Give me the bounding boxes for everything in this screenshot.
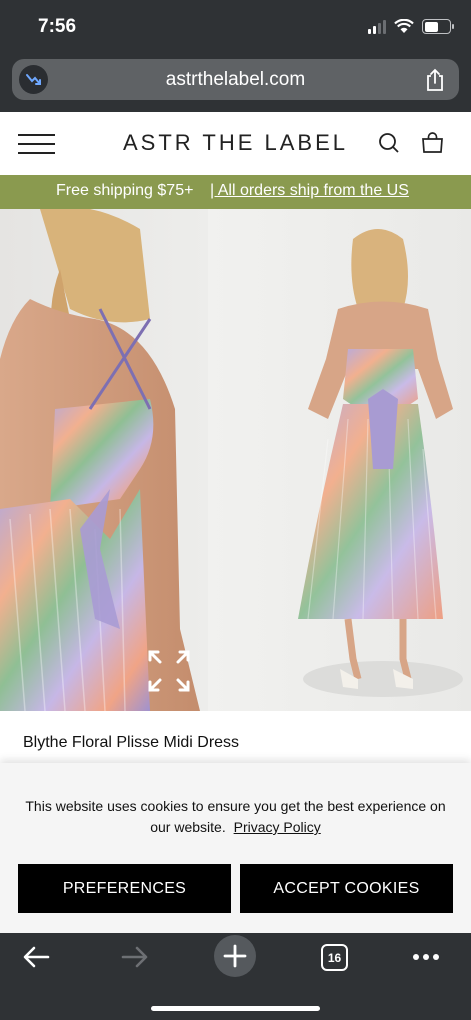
- expand-gallery-icon[interactable]: [146, 648, 192, 694]
- status-icons: [368, 19, 454, 34]
- forward-icon[interactable]: [121, 945, 149, 969]
- product-gallery[interactable]: [0, 209, 471, 711]
- status-time: 7:56: [38, 16, 77, 37]
- preferences-button[interactable]: PREFERENCES: [18, 864, 231, 913]
- back-icon[interactable]: [22, 945, 50, 969]
- promo-shipping-text: Free shipping $75+: [56, 182, 194, 199]
- more-icon[interactable]: [412, 953, 440, 961]
- wifi-icon: [394, 19, 414, 33]
- browser-bottom-toolbar: 16: [0, 933, 471, 1020]
- product-title: Blythe Floral Plisse Midi Dress: [23, 734, 240, 751]
- cellular-signal-icon: [368, 19, 386, 34]
- new-tab-icon[interactable]: [214, 935, 256, 977]
- search-icon[interactable]: [378, 132, 400, 159]
- site-header: ASTR THE LABEL: [0, 112, 471, 175]
- promo-origin-link[interactable]: | All orders ship from the US: [210, 182, 409, 200]
- promo-bar: Free shipping $75+ | All orders ship fro…: [0, 175, 471, 209]
- battery-icon: [422, 19, 454, 34]
- cookie-banner: This website uses cookies to ensure you …: [0, 763, 471, 933]
- browser-top-chrome: 7:56 astrthelabel.com: [0, 0, 471, 112]
- brand-logo[interactable]: ASTR THE LABEL: [0, 130, 471, 156]
- privacy-policy-link[interactable]: Privacy Policy: [234, 819, 321, 835]
- product-image-back-full[interactable]: [208, 209, 471, 711]
- url-text[interactable]: astrthelabel.com: [12, 69, 459, 91]
- bag-icon[interactable]: [421, 132, 444, 159]
- cookie-message: This website uses cookies to ensure you …: [14, 796, 457, 838]
- home-indicator[interactable]: [151, 1006, 320, 1011]
- tabs-icon[interactable]: 16: [321, 944, 348, 971]
- accept-cookies-button[interactable]: ACCEPT COOKIES: [240, 864, 453, 913]
- address-bar[interactable]: astrthelabel.com: [12, 59, 459, 100]
- product-image-back-closeup[interactable]: [0, 209, 208, 711]
- share-icon[interactable]: [425, 68, 445, 97]
